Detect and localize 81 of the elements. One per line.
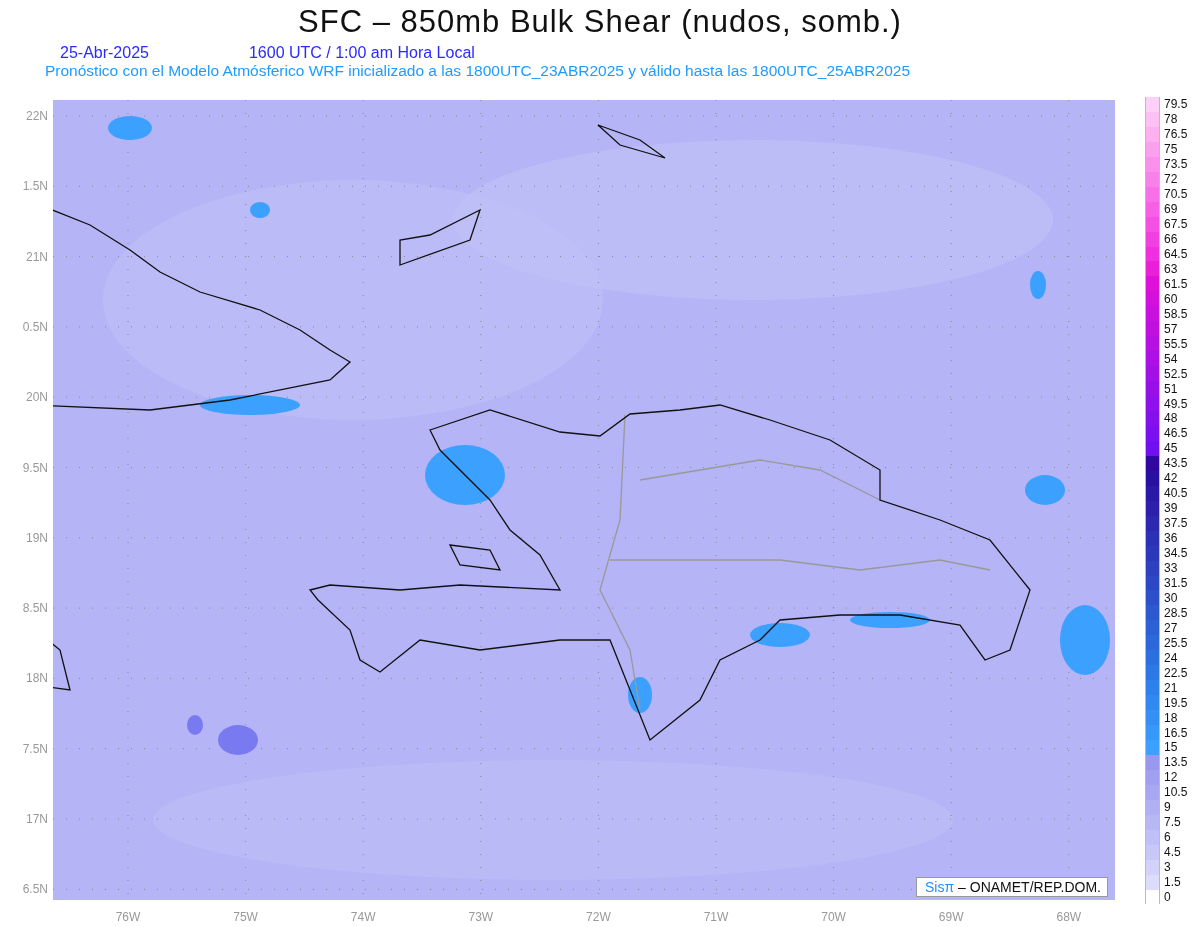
longitude-label: 69W	[938, 910, 964, 924]
legend-label: 43.5	[1164, 456, 1188, 471]
legend-label: 67.5	[1164, 217, 1188, 232]
longitude-label: 72W	[586, 910, 611, 924]
legend-label: 0	[1164, 890, 1171, 904]
legend-label: 1.5	[1164, 875, 1181, 890]
legend-label: 58.5	[1164, 306, 1188, 321]
legend-label: 33	[1164, 561, 1178, 575]
legend-label: 22.5	[1164, 665, 1188, 680]
legend-label: 4.5	[1164, 845, 1181, 860]
legend-label: 39	[1164, 501, 1178, 516]
longitude-label: 74W	[350, 910, 376, 924]
legend-label: 36	[1164, 531, 1178, 546]
legend-label: 73.5	[1164, 157, 1188, 172]
longitude-label: 68W	[1056, 910, 1082, 924]
legend-label: 9	[1164, 800, 1171, 815]
longitude-label: 71W	[703, 910, 729, 924]
legend-label: 37.5	[1164, 516, 1188, 531]
legend-label: 48	[1164, 411, 1178, 426]
legend-label: 69	[1164, 202, 1178, 217]
legend-label: 64.5	[1164, 247, 1188, 261]
legend-label: 21	[1164, 680, 1178, 695]
legend-label: 61.5	[1164, 276, 1188, 291]
time-label: 1600 UTC / 1:00 am Hora Local	[248, 44, 475, 62]
legend-label: 66	[1164, 232, 1178, 247]
legend-label: 13.5	[1164, 755, 1188, 770]
legend-label: 27	[1164, 620, 1178, 635]
legend-label: 75	[1164, 142, 1178, 157]
legend-label: 46.5	[1164, 426, 1188, 441]
legend-label: 18	[1164, 710, 1178, 725]
latitude-label: 22N	[26, 109, 48, 123]
legend-label: 42	[1164, 471, 1178, 486]
legend-label: 34.5	[1164, 546, 1188, 561]
legend-label: 57	[1164, 321, 1178, 336]
latitude-label: 21N	[26, 249, 48, 264]
longitude-label: 73W	[468, 910, 494, 924]
legend-label: 70.5	[1164, 187, 1188, 202]
legend-label: 55.5	[1164, 336, 1188, 351]
legend-label: 76.5	[1164, 127, 1188, 142]
legend-label: 28.5	[1164, 605, 1188, 620]
legend-label: 12	[1164, 770, 1178, 785]
legend-label: 25.5	[1164, 635, 1188, 650]
legend-label: 10.5	[1164, 785, 1188, 800]
legend-label: 3	[1164, 860, 1171, 875]
legend-label: 54	[1164, 351, 1178, 366]
logo-text: Sisπ	[925, 879, 955, 895]
legend-label: 30	[1164, 590, 1178, 605]
latitude-label: 0.5N	[22, 319, 48, 334]
legend-label: 15	[1164, 740, 1178, 755]
latitude-label: 1.5N	[22, 179, 48, 194]
latitude-label: 6.5N	[22, 882, 48, 897]
legend-label: 51	[1164, 381, 1178, 396]
latitude-label: 19N	[26, 530, 48, 545]
date-label: 25-Abr-2025	[60, 44, 149, 62]
legend-label: 40.5	[1164, 486, 1188, 501]
longitude-label: 76W	[115, 910, 141, 924]
latitude-label: 7.5N	[22, 741, 48, 756]
legend-label: 31.5	[1164, 575, 1188, 590]
latitude-label: 8.5N	[22, 601, 48, 616]
legend-label: 16.5	[1164, 725, 1188, 740]
latitude-label: 9.5N	[22, 460, 48, 475]
legend-label: 7.5	[1164, 815, 1181, 830]
forecast-subtitle: Pronóstico con el Modelo Atmósferico WRF inicializado a las 1800UTC_23ABR2025 y válido hasta las 1800UTC_25ABR2025	[44, 62, 911, 80]
longitude-label: 70W	[821, 910, 846, 924]
legend-label: 63	[1164, 261, 1178, 276]
longitude-label: 75W	[233, 910, 258, 924]
legend-label: 72	[1164, 172, 1178, 187]
legend-label: 19.5	[1164, 695, 1188, 710]
legend-label: 24	[1164, 650, 1178, 665]
legend-label: 6	[1164, 830, 1171, 845]
chart-title: SFC – 850mb Bulk Shear (nudos, somb.)	[297, 3, 903, 40]
legend-label: 78	[1164, 112, 1178, 127]
legend-label: 49.5	[1164, 396, 1188, 411]
legend-label: 79.5	[1164, 97, 1188, 112]
legend-label: 60	[1164, 291, 1178, 306]
credit-text: – ONAMET/REP.DOM.	[958, 879, 1101, 895]
legend-label: 45	[1164, 441, 1178, 456]
latitude-label: 20N	[26, 390, 48, 405]
latitude-label: 18N	[26, 671, 48, 686]
latitude-label: 17N	[26, 812, 48, 826]
legend-label: 52.5	[1164, 366, 1188, 381]
